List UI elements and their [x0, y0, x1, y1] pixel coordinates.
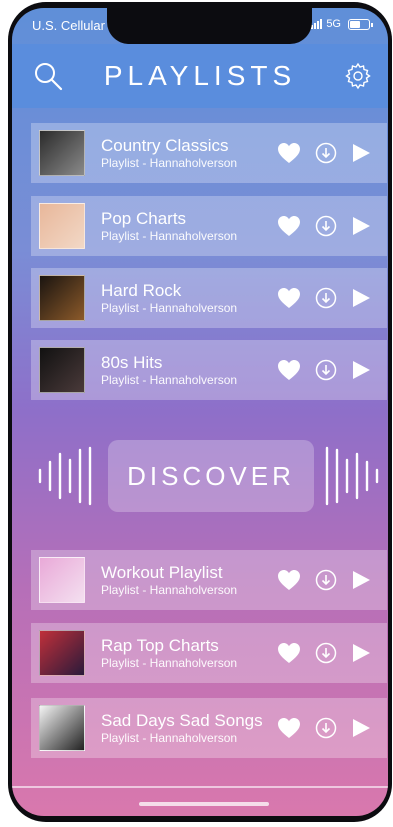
app-screen: U.S. Cellular 5G PLAYLISTS DISCOVER Coun…: [12, 8, 388, 816]
download-icon[interactable]: [315, 287, 337, 309]
playlist-cover: [39, 130, 85, 176]
download-icon[interactable]: [315, 142, 337, 164]
playlist-title: Workout Playlist: [101, 563, 223, 582]
heart-icon[interactable]: [277, 215, 301, 237]
playlist-cover: [39, 347, 85, 393]
sound-wave-right-icon: [325, 446, 379, 506]
playlist-row[interactable]: Country Classics Playlist - Hannaholvers…: [31, 123, 387, 183]
playlist-subtitle: Playlist - Hannaholverson: [101, 656, 238, 670]
playlist-cover: [39, 275, 85, 321]
gear-icon: [345, 62, 371, 90]
playlist-text: Workout Playlist Playlist - Hannaholvers…: [101, 563, 277, 597]
playlist-title: 80s Hits: [101, 353, 163, 372]
discover-section: DISCOVER: [12, 440, 388, 512]
playlist-text: Hard Rock Playlist - Hannaholverson: [101, 281, 277, 315]
play-icon[interactable]: [351, 216, 371, 236]
playlist-row[interactable]: 80s Hits Playlist - Hannaholverson: [31, 340, 387, 400]
playlist-title: Country Classics: [101, 136, 229, 155]
playlist-actions: [277, 142, 371, 164]
heart-icon[interactable]: [277, 359, 301, 381]
heart-icon[interactable]: [277, 142, 301, 164]
playlist-title: Pop Charts: [101, 209, 187, 228]
playlist-cover: [39, 203, 85, 249]
notch: [107, 8, 312, 44]
home-indicator[interactable]: [139, 802, 269, 806]
heart-icon[interactable]: [277, 287, 301, 309]
search-icon: [35, 63, 63, 91]
phone-frame: U.S. Cellular 5G PLAYLISTS DISCOVER Coun…: [8, 2, 392, 822]
discover-button[interactable]: DISCOVER: [108, 440, 314, 512]
playlist-row[interactable]: Rap Top Charts Playlist - Hannaholverson: [31, 623, 387, 683]
playlist-text: 80s Hits Playlist - Hannaholverson: [101, 353, 277, 387]
playlist-row[interactable]: Workout Playlist Playlist - Hannaholvers…: [31, 550, 387, 610]
playlist-cover: [39, 557, 85, 603]
playlist-actions: [277, 642, 371, 664]
playlist-row[interactable]: Pop Charts Playlist - Hannaholverson: [31, 196, 387, 256]
playlist-title: Rap Top Charts: [101, 636, 219, 655]
playlist-actions: [277, 215, 371, 237]
page-title: PLAYLISTS: [103, 60, 297, 91]
settings-button[interactable]: [344, 62, 372, 90]
playlist-subtitle: Playlist - Hannaholverson: [101, 229, 238, 243]
download-icon[interactable]: [315, 569, 337, 591]
playlist-title: Sad Days Sad Songs: [101, 711, 263, 730]
playlist-cover: [39, 705, 85, 751]
playlist-title: Hard Rock: [101, 281, 182, 300]
play-icon[interactable]: [351, 643, 371, 663]
download-icon[interactable]: [315, 642, 337, 664]
playlist-text: Country Classics Playlist - Hannaholvers…: [101, 136, 277, 170]
carrier-label: U.S. Cellular: [32, 18, 105, 33]
heart-icon[interactable]: [277, 569, 301, 591]
search-button[interactable]: [32, 60, 64, 92]
play-icon[interactable]: [351, 288, 371, 308]
heart-icon[interactable]: [277, 717, 301, 739]
playlist-actions: [277, 359, 371, 381]
playlist-text: Sad Days Sad Songs Playlist - Hannaholve…: [101, 711, 277, 745]
playlist-text: Rap Top Charts Playlist - Hannaholverson: [101, 636, 277, 670]
play-icon[interactable]: [351, 143, 371, 163]
download-icon[interactable]: [315, 359, 337, 381]
network-label: 5G: [326, 18, 341, 30]
playlist-row[interactable]: Hard Rock Playlist - Hannaholverson: [31, 268, 387, 328]
download-icon[interactable]: [315, 215, 337, 237]
playlist-actions: [277, 287, 371, 309]
heart-icon[interactable]: [277, 642, 301, 664]
download-icon[interactable]: [315, 717, 337, 739]
sound-wave-left-icon: [38, 446, 92, 506]
playlist-subtitle: Playlist - Hannaholverson: [101, 583, 238, 597]
playlist-subtitle: Playlist - Hannaholverson: [101, 373, 238, 387]
header-bar: PLAYLISTS: [12, 44, 388, 108]
play-icon[interactable]: [351, 360, 371, 380]
playlist-subtitle: Playlist - Hannaholverson: [101, 156, 238, 170]
playlist-actions: [277, 717, 371, 739]
play-icon[interactable]: [351, 570, 371, 590]
playlist-subtitle: Playlist - Hannaholverson: [101, 301, 238, 315]
playlist-subtitle: Playlist - Hannaholverson: [101, 731, 238, 745]
battery-icon: [348, 18, 373, 30]
bottom-bar: [12, 786, 388, 816]
playlist-text: Pop Charts Playlist - Hannaholverson: [101, 209, 277, 243]
play-icon[interactable]: [351, 718, 371, 738]
status-indicators: 5G: [311, 18, 373, 30]
playlist-row[interactable]: Sad Days Sad Songs Playlist - Hannaholve…: [31, 698, 387, 758]
playlist-actions: [277, 569, 371, 591]
signal-icon: [311, 19, 323, 29]
playlist-cover: [39, 630, 85, 676]
